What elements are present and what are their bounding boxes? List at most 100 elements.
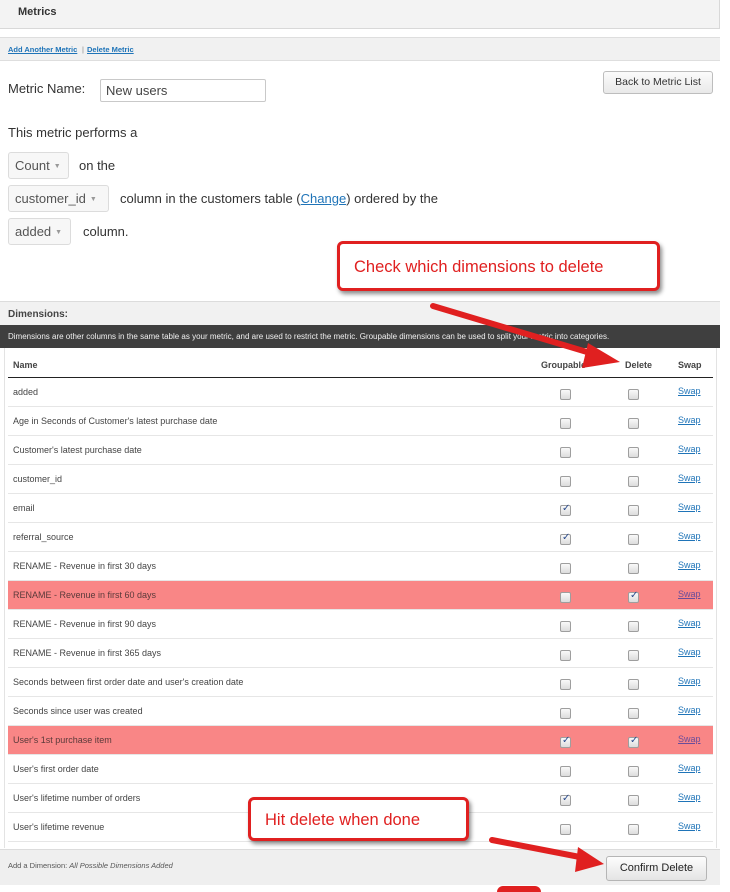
dimension-name: referral_source bbox=[13, 532, 74, 542]
dimension-name: email bbox=[13, 503, 35, 513]
groupable-checkbox[interactable] bbox=[560, 735, 571, 748]
column-text-after: ) ordered by the bbox=[346, 191, 438, 206]
delete-checkbox[interactable] bbox=[628, 735, 639, 748]
groupable-checkbox[interactable] bbox=[560, 532, 571, 545]
swap-link[interactable]: Swap bbox=[678, 589, 701, 599]
delete-checkbox[interactable] bbox=[628, 563, 639, 574]
metric-links-bar: Add Another Metric | Delete Metric bbox=[0, 37, 720, 61]
swap-link[interactable]: Swap bbox=[678, 618, 701, 628]
aggregate-select-value: Count bbox=[15, 158, 50, 173]
swap-link[interactable]: Swap bbox=[678, 705, 701, 715]
groupable-checkbox[interactable] bbox=[560, 793, 571, 806]
groupable-checkbox[interactable] bbox=[560, 476, 571, 487]
swap-link[interactable]: Swap bbox=[678, 734, 701, 744]
column-header-name: Name bbox=[13, 360, 38, 370]
add-another-metric-link[interactable]: Add Another Metric bbox=[8, 45, 77, 54]
groupable-checkbox[interactable] bbox=[560, 708, 571, 719]
delete-checkbox[interactable] bbox=[628, 621, 639, 632]
groupable-checkbox[interactable] bbox=[560, 503, 571, 516]
swap-link[interactable]: Swap bbox=[678, 531, 701, 541]
swap-link[interactable]: Swap bbox=[678, 821, 701, 831]
delete-checkbox[interactable] bbox=[628, 389, 639, 400]
add-dimension-label: Add a Dimension: bbox=[8, 861, 68, 870]
delete-checkbox[interactable] bbox=[628, 708, 639, 719]
dimension-name: customer_id bbox=[13, 474, 63, 484]
delete-checkbox[interactable] bbox=[628, 505, 639, 516]
dimension-name: added bbox=[13, 387, 39, 397]
chevron-down-icon: ▼ bbox=[89, 196, 97, 203]
delete-checkbox[interactable] bbox=[628, 476, 639, 487]
delete-checkbox[interactable] bbox=[628, 447, 639, 458]
order-column-select[interactable]: added ▼ bbox=[8, 218, 71, 245]
annotation-shape-partial bbox=[497, 886, 541, 892]
delete-checkbox[interactable] bbox=[628, 824, 639, 835]
table-row: RENAME - Revenue in first 365 days Swap bbox=[8, 639, 713, 668]
delete-checkbox[interactable] bbox=[628, 679, 639, 690]
groupable-checkbox[interactable] bbox=[560, 563, 571, 574]
column-header-swap: Swap bbox=[678, 360, 702, 370]
dimension-name: User's first order date bbox=[13, 764, 99, 774]
table-row: customer_id Swap bbox=[8, 465, 713, 494]
groupable-checkbox[interactable] bbox=[560, 679, 571, 690]
dimension-name: Seconds between first order date and use… bbox=[13, 677, 244, 687]
groupable-checkbox[interactable] bbox=[560, 650, 571, 661]
swap-link[interactable]: Swap bbox=[678, 763, 701, 773]
metric-name-label: Metric Name: bbox=[8, 81, 86, 96]
swap-link[interactable]: Swap bbox=[678, 647, 701, 657]
dimension-name: User's 1st purchase item bbox=[13, 735, 112, 745]
metric-name-input[interactable]: New users bbox=[100, 79, 266, 102]
table-row: Seconds since user was created Swap bbox=[8, 697, 713, 726]
groupable-checkbox[interactable] bbox=[560, 418, 571, 429]
groupable-checkbox[interactable] bbox=[560, 447, 571, 458]
order-column-text: column. bbox=[83, 224, 129, 239]
delete-checkbox[interactable] bbox=[628, 795, 639, 806]
page-margin bbox=[720, 0, 730, 892]
annotation-callout-check: Check which dimensions to delete bbox=[337, 241, 660, 291]
swap-link[interactable]: Swap bbox=[678, 415, 701, 425]
swap-link[interactable]: Swap bbox=[678, 676, 701, 686]
chevron-down-icon: ▼ bbox=[55, 229, 63, 236]
table-row: RENAME - Revenue in first 90 days Swap bbox=[8, 610, 713, 639]
table-row: referral_source Swap bbox=[8, 523, 713, 552]
dimensions-title: Dimensions: bbox=[8, 309, 69, 320]
table-row: User's first order date Swap bbox=[8, 755, 713, 784]
table-row: User's 1st purchase item Swap bbox=[8, 726, 713, 755]
delete-checkbox[interactable] bbox=[628, 590, 639, 603]
change-table-link[interactable]: Change bbox=[301, 191, 347, 206]
swap-link[interactable]: Swap bbox=[678, 473, 701, 483]
table-row: RENAME - Revenue in first 30 days Swap bbox=[8, 552, 713, 581]
table-row: Customer's latest purchase date Swap bbox=[8, 436, 713, 465]
confirm-delete-button[interactable]: Confirm Delete bbox=[606, 856, 707, 881]
dimension-name: Seconds since user was created bbox=[13, 706, 143, 716]
dimension-name: Customer's latest purchase date bbox=[13, 445, 142, 455]
groupable-checkbox[interactable] bbox=[560, 766, 571, 777]
delete-metric-link[interactable]: Delete Metric bbox=[87, 45, 134, 54]
groupable-checkbox[interactable] bbox=[560, 621, 571, 632]
dimensions-header: Dimensions: bbox=[0, 301, 720, 325]
links-separator: | bbox=[82, 45, 84, 54]
dimension-name: User's lifetime revenue bbox=[13, 822, 105, 832]
delete-checkbox[interactable] bbox=[628, 766, 639, 777]
column-header-delete: Delete bbox=[625, 360, 653, 370]
add-dimension-status-text: All Possible Dimensions Added bbox=[69, 861, 173, 870]
swap-link[interactable]: Swap bbox=[678, 792, 701, 802]
swap-link[interactable]: Swap bbox=[678, 386, 701, 396]
swap-link[interactable]: Swap bbox=[678, 502, 701, 512]
groupable-checkbox[interactable] bbox=[560, 592, 571, 603]
page-title: Metrics bbox=[18, 6, 57, 18]
aggregate-select[interactable]: Count ▼ bbox=[8, 152, 69, 179]
delete-checkbox[interactable] bbox=[628, 418, 639, 429]
dimensions-description-bar: Dimensions are other columns in the same… bbox=[0, 325, 720, 348]
dimensions-description: Dimensions are other columns in the same… bbox=[8, 332, 610, 341]
swap-link[interactable]: Swap bbox=[678, 560, 701, 570]
column-select[interactable]: customer_id ▼ bbox=[8, 185, 109, 212]
groupable-checkbox[interactable] bbox=[560, 389, 571, 400]
swap-link[interactable]: Swap bbox=[678, 444, 701, 454]
dimension-name: User's lifetime number of orders bbox=[13, 793, 141, 803]
add-dimension-status: Add a Dimension: All Possible Dimensions… bbox=[8, 861, 173, 870]
groupable-checkbox[interactable] bbox=[560, 824, 571, 835]
table-row: added Swap bbox=[8, 378, 713, 407]
back-to-metric-list-button[interactable]: Back to Metric List bbox=[603, 71, 713, 94]
delete-checkbox[interactable] bbox=[628, 650, 639, 661]
delete-checkbox[interactable] bbox=[628, 534, 639, 545]
